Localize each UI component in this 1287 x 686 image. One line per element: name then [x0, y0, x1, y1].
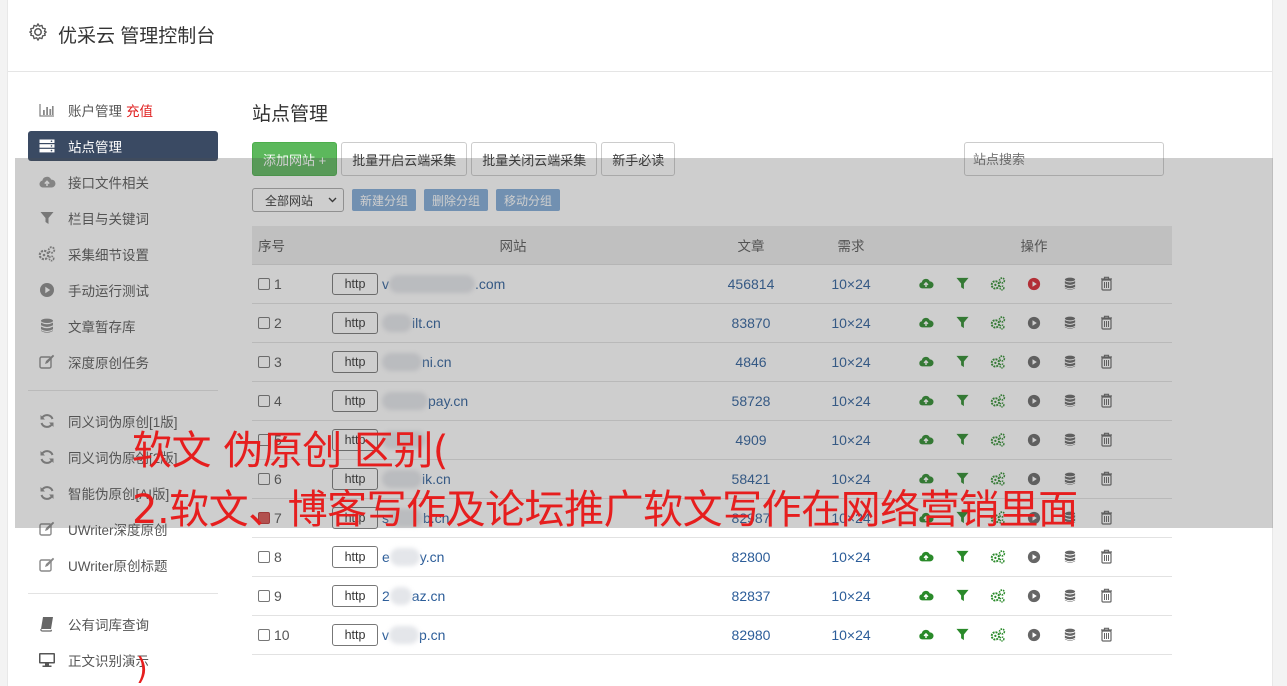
trash-icon[interactable] [1098, 549, 1114, 565]
http-badge: http [332, 623, 378, 646]
site-domain-prefix[interactable]: e [382, 549, 390, 565]
row-checkbox[interactable] [258, 589, 270, 602]
article-count-link[interactable]: 82980 [732, 627, 771, 643]
filter-icon[interactable] [954, 627, 970, 643]
cloud-upload-icon[interactable] [918, 549, 934, 565]
table-row: 8 http e y.cn 82800 10×24 [252, 537, 1172, 577]
play-circle-icon[interactable] [1026, 549, 1042, 565]
sidebar-divider [28, 593, 218, 594]
row-operations [896, 549, 1172, 565]
row-ops-cell [896, 615, 1172, 655]
http-badge: http [332, 545, 378, 568]
sidebar-item-uwriter-title[interactable]: UWriter原创标题 [28, 547, 218, 583]
page-title: 站点管理 [252, 104, 329, 125]
trash-icon[interactable] [1098, 588, 1114, 604]
gears-icon[interactable] [990, 549, 1006, 565]
requirement-link[interactable]: 10×24 [831, 627, 870, 643]
trash-icon[interactable] [1098, 627, 1114, 643]
overlay-text-line2: 2.软文、博客写作及论坛推广软文写作在网络营销里面 [132, 487, 1078, 533]
play-circle-icon[interactable] [1026, 588, 1042, 604]
play-circle-icon[interactable] [1026, 627, 1042, 643]
cloud-upload-icon[interactable] [918, 627, 934, 643]
sidebar-item-label: 公有词库查询 [68, 618, 149, 633]
recharge-link[interactable]: 充值 [126, 100, 153, 120]
sidebar-item-label: UWriter原创标题 [68, 559, 168, 574]
sidebar-item-text-recognition[interactable]: 正文识别演示 [28, 642, 218, 678]
row-number: 9 [274, 587, 282, 604]
row-articles-cell: 82837 [696, 576, 806, 616]
sidebar-item-public-lexicon[interactable]: 公有词库查询 [28, 606, 218, 642]
gears-icon[interactable] [990, 627, 1006, 643]
database-icon[interactable] [1062, 549, 1078, 565]
database-icon[interactable] [1062, 588, 1078, 604]
http-badge: http [332, 584, 378, 607]
row-articles-cell: 82980 [696, 615, 806, 655]
sidebar-item-label: 账户管理 [68, 104, 122, 119]
sidebar-item-label: 站点管理 [68, 140, 122, 155]
filter-icon[interactable] [954, 588, 970, 604]
sidebar-item-sites[interactable]: 站点管理 [28, 131, 218, 161]
article-count-link[interactable]: 82800 [732, 549, 771, 565]
row-requirement-cell: 10×24 [806, 576, 896, 616]
row-site-cell: http 2 az.cn [330, 576, 696, 616]
site-domain-prefix[interactable]: v [382, 627, 389, 643]
redacted-domain [389, 547, 420, 566]
row-articles-cell: 82800 [696, 537, 806, 577]
site-domain[interactable]: y.cn [420, 549, 445, 565]
article-count-link[interactable]: 82837 [732, 588, 771, 604]
cloud-upload-icon[interactable] [918, 588, 934, 604]
row-operations [896, 588, 1172, 604]
gears-icon[interactable] [990, 588, 1006, 604]
redacted-domain [389, 586, 412, 605]
book-icon [38, 615, 56, 633]
row-number-cell: 10 [252, 615, 330, 655]
filter-icon[interactable] [954, 549, 970, 565]
table-row: 10 http v p.cn 82980 10×24 [252, 615, 1172, 655]
site-domain[interactable]: az.cn [412, 588, 445, 604]
row-number-cell: 8 [252, 537, 330, 577]
sidebar-item-account[interactable]: 账户管理 充值 [28, 92, 218, 128]
server-icon [38, 137, 56, 155]
row-number-cell: 9 [252, 576, 330, 616]
row-checkbox[interactable] [258, 550, 270, 563]
row-site-cell: http v p.cn [330, 615, 696, 655]
row-checkbox[interactable] [258, 628, 270, 641]
row-number: 10 [274, 626, 290, 643]
site-domain[interactable]: p.cn [419, 627, 445, 643]
top-bar: 优采云 管理控制台 [8, 0, 1272, 72]
gear-icon [29, 23, 47, 41]
site-domain-prefix[interactable]: 2 [382, 588, 390, 604]
row-requirement-cell: 10×24 [806, 615, 896, 655]
requirement-link[interactable]: 10×24 [831, 549, 870, 565]
monitor-icon [38, 651, 56, 669]
row-site-cell: http e y.cn [330, 537, 696, 577]
overlay-text-line1: 软文 伪原创 区别( [132, 428, 449, 474]
row-operations [896, 627, 1172, 643]
requirement-link[interactable]: 10×24 [831, 588, 870, 604]
redacted-domain [389, 625, 419, 644]
main-content: 站点管理 添加网站 + 批量开启云端采集 批量关闭云端采集 新手必读 全部网站 … [252, 100, 1172, 655]
row-ops-cell [896, 537, 1172, 577]
row-ops-cell [896, 576, 1172, 616]
table-row: 9 http 2 az.cn 82837 10×24 [252, 576, 1172, 616]
database-icon[interactable] [1062, 627, 1078, 643]
overlay-paren: ) [136, 652, 148, 686]
edit-icon [38, 556, 56, 574]
row-requirement-cell: 10×24 [806, 537, 896, 577]
row-number: 8 [274, 548, 282, 565]
app-title: 优采云 管理控制台 [58, 26, 216, 47]
bar-chart-icon [38, 101, 56, 119]
